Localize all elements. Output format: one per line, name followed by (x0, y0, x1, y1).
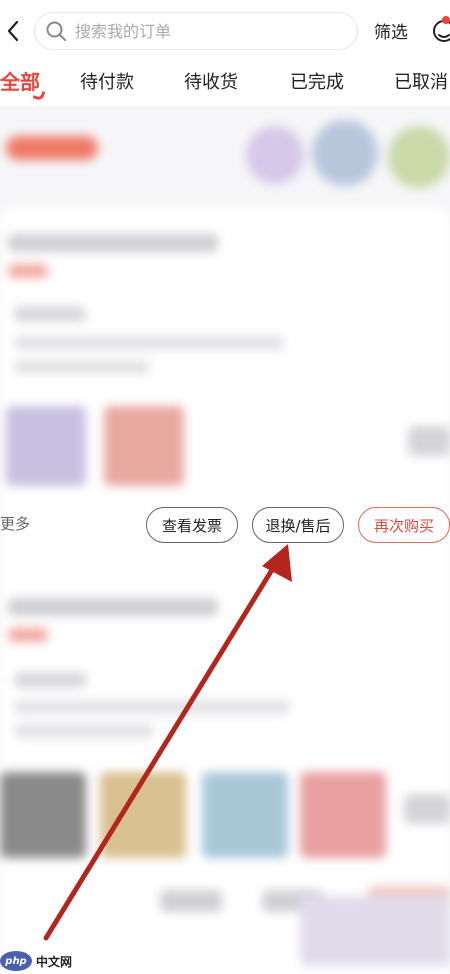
notification-badge (442, 16, 450, 24)
tab-pending-delivery[interactable]: 待收货 (184, 68, 238, 94)
chevron-left-icon (7, 20, 19, 42)
order-tabs: 全部 待付款 待收货 已完成 已取消 (0, 62, 450, 106)
rebuy-button[interactable]: 再次购买 (358, 507, 450, 543)
search-icon (46, 21, 66, 41)
watermark-logo: php (0, 951, 32, 971)
watermark-text: 中文网 (36, 954, 73, 969)
filter-button[interactable]: 筛选 (374, 18, 408, 43)
more-link[interactable]: 更多 (0, 513, 30, 534)
return-aftersale-button[interactable]: 退换/售后 (252, 507, 344, 543)
tab-pending-payment[interactable]: 待付款 (80, 68, 134, 94)
watermark: php 中文网 (0, 950, 72, 972)
tab-cancelled[interactable]: 已取消 (394, 68, 448, 94)
back-button[interactable] (0, 14, 26, 48)
tab-completed[interactable]: 已完成 (290, 68, 344, 94)
search-input[interactable] (75, 21, 335, 41)
search-box[interactable] (34, 12, 358, 50)
view-invoice-button[interactable]: 查看发票 (146, 507, 238, 543)
header-bar: 筛选 (0, 0, 450, 62)
